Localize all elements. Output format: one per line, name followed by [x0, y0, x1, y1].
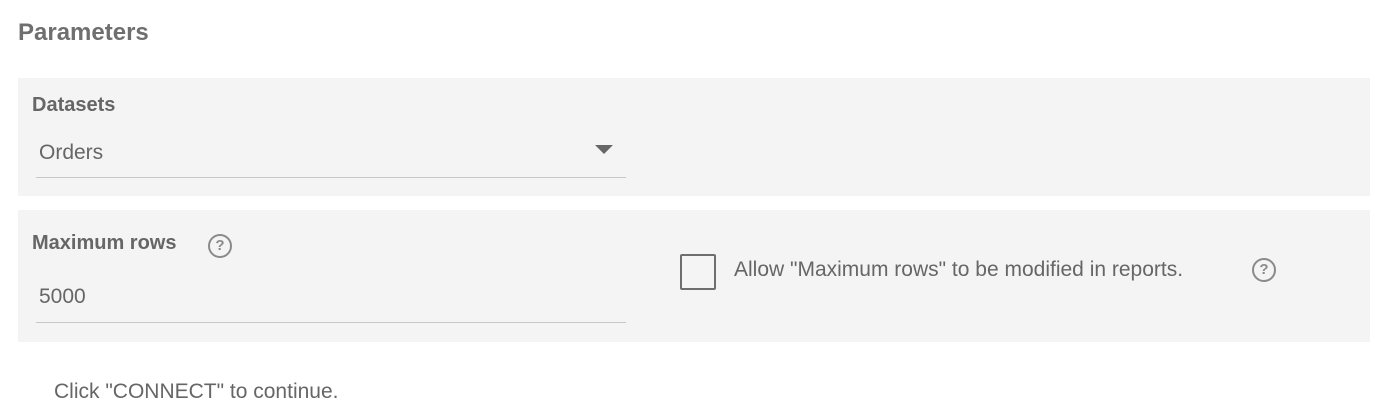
caret-down-icon[interactable] — [595, 145, 613, 154]
datasets-selected-value: Orders — [39, 141, 104, 164]
allow-modify-help-icon[interactable]: ? — [1252, 258, 1276, 282]
datasets-select[interactable]: Orders — [36, 133, 626, 178]
maximum-rows-panel: Maximum rows ? Allow "Maximum rows" to b… — [18, 210, 1370, 342]
maximum-rows-input[interactable] — [36, 278, 626, 316]
connect-hint: Click "CONNECT" to continue. — [54, 380, 339, 403]
maximum-rows-field[interactable] — [36, 278, 626, 323]
maximum-rows-help-icon[interactable]: ? — [208, 234, 232, 258]
datasets-panel: Datasets Orders — [18, 78, 1370, 196]
section-title: Parameters — [18, 19, 149, 46]
allow-modify-checkbox[interactable] — [680, 254, 716, 290]
datasets-label: Datasets — [32, 94, 116, 116]
maximum-rows-label: Maximum rows — [32, 232, 177, 254]
allow-modify-label[interactable]: Allow "Maximum rows" to be modified in r… — [734, 258, 1183, 282]
